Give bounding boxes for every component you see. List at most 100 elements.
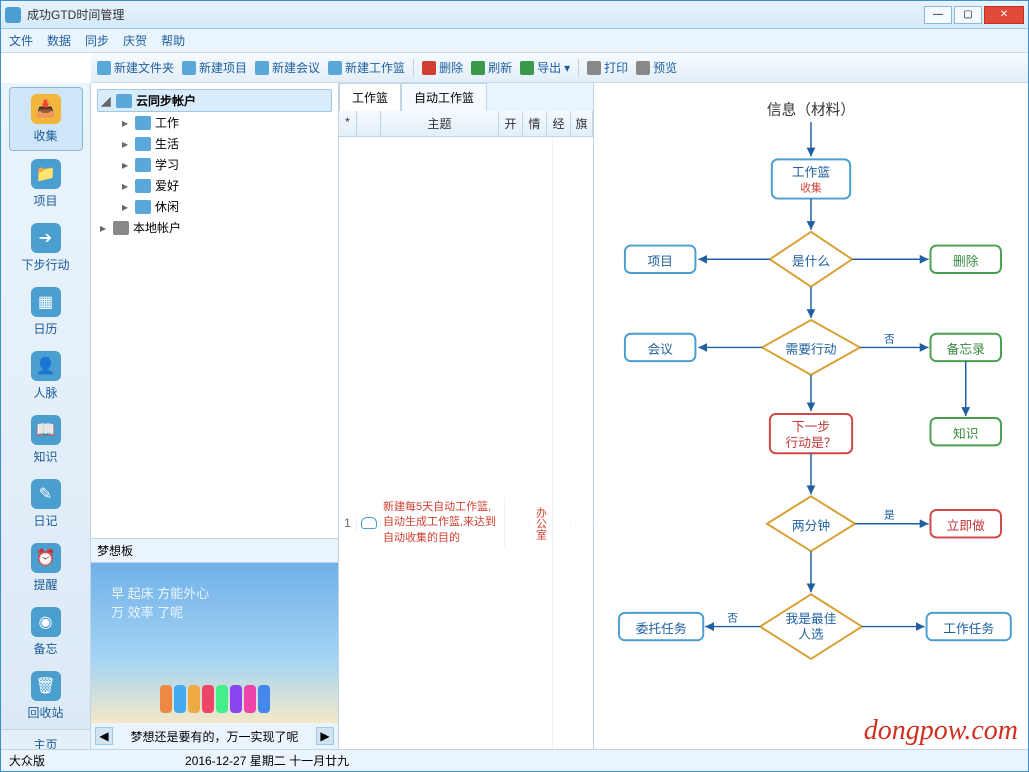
tab-basket[interactable]: 工作篮 [339,83,401,111]
sidebar-item-9[interactable]: 🗑回收站 [9,665,83,727]
menubar: 文件 数据 同步 庆贺 帮助 [1,29,1028,53]
toolbar: 新建文件夹 新建项目 新建会议 新建工作篮 删除 刷新 导出 ▾ 打印 预览 [91,53,1028,83]
sidebar-icon: 📥 [31,94,61,124]
sidebar-icon: ✎ [31,479,61,509]
sidebar-item-4[interactable]: 👤人脉 [9,345,83,407]
svg-text:两分钟: 两分钟 [792,518,830,533]
statusbar: 大众版 2016-12-27 星期二 十一月廿九 [1,749,1028,771]
new-project-button[interactable]: 新建项目 [182,59,247,76]
app-icon [5,7,21,23]
svg-text:委托任务: 委托任务 [636,621,687,636]
account-tree: ◢云同步帐户 ▸工作▸生活▸学习▸爱好▸休闲 ▸本地帐户 [91,83,338,538]
svg-text:项目: 项目 [647,254,672,269]
col-priority[interactable]: 经 [547,111,571,136]
sidebar-icon: ➔ [31,223,61,253]
svg-text:信息（材料）: 信息（材料） [767,101,855,118]
svg-text:否: 否 [727,613,738,625]
export-button[interactable]: 导出 ▾ [520,59,570,76]
col-star[interactable]: * [339,111,357,136]
folder-icon [97,61,111,75]
svg-text:立即做: 立即做 [947,518,985,533]
menu-help[interactable]: 帮助 [161,32,185,49]
col-context[interactable]: 情 [523,111,547,136]
close-button[interactable]: ✕ [984,6,1024,24]
sidebar-item-5[interactable]: 📖知识 [9,409,83,471]
menu-sync[interactable]: 同步 [85,32,109,49]
dream-next-button[interactable]: ▶ [316,727,334,745]
sidebar: 📥收集📁项目➔下步行动▦日历👤人脉📖知识✎日记⏰提醒◉备忘🗑回收站 主页 [1,83,91,749]
sidebar-item-0[interactable]: 📥收集 [9,87,83,151]
folder-icon [135,158,151,172]
tree-node[interactable]: ▸学习 [119,154,332,175]
sidebar-item-3[interactable]: ▦日历 [9,281,83,343]
delete-button[interactable]: 删除 [422,59,463,76]
cloud-icon [361,517,377,529]
svg-text:我是最佳: 我是最佳 [786,611,837,626]
sidebar-item-7[interactable]: ⏰提醒 [9,537,83,599]
folder-icon [135,200,151,214]
preview-button[interactable]: 预览 [636,59,677,76]
dream-caption: 梦想还是要有的，万一实现了呢 [117,728,312,745]
tree-root-cloud[interactable]: ◢云同步帐户 [97,89,332,112]
new-folder-button[interactable]: 新建文件夹 [97,59,174,76]
svg-text:下一步: 下一步 [792,419,830,434]
sidebar-icon: ▦ [31,287,61,317]
svg-text:会议: 会议 [647,342,673,357]
task-row[interactable]: 1新建每5天自动工作篮,自动生成工作篮,来达到自动收集的目的办公室 [339,137,593,749]
svg-text:是什么: 是什么 [792,254,830,269]
basket-icon [328,61,342,75]
svg-text:备忘录: 备忘录 [947,342,985,357]
folder-icon [135,179,151,193]
dream-image: 早 起床 方能外心万 效率 了呢 [91,563,338,723]
gtd-flowchart: 信息（材料） 工作篮 收集 是什么 项目 删除 需要行动 会议 否 备忘录 [594,83,1028,749]
task-table: * 主题 开 情 经 旗 1新建每5天自动工作篮,自动生成工作篮,来达到自动收集… [339,111,593,749]
svg-text:是: 是 [884,510,895,522]
maximize-button[interactable]: ▢ [954,6,982,24]
tab-auto-basket[interactable]: 自动工作篮 [401,83,487,111]
sidebar-item-1[interactable]: 📁项目 [9,153,83,215]
project-icon [182,61,196,75]
sidebar-item-8[interactable]: ◉备忘 [9,601,83,663]
svg-text:工作篮: 工作篮 [792,164,830,179]
new-meeting-button[interactable]: 新建会议 [255,59,320,76]
tree-node[interactable]: ▸爱好 [119,175,332,196]
print-button[interactable]: 打印 [587,59,628,76]
menu-celebrate[interactable]: 庆贺 [123,32,147,49]
sidebar-home[interactable]: 主页 [1,729,90,749]
sidebar-item-2[interactable]: ➔下步行动 [9,217,83,279]
meeting-icon [255,61,269,75]
new-basket-button[interactable]: 新建工作篮 [328,59,405,76]
menu-data[interactable]: 数据 [47,32,71,49]
col-start[interactable]: 开 [499,111,523,136]
folder-icon [135,116,151,130]
sidebar-icon: 📁 [31,159,61,189]
titlebar: 成功GTD时间管理 — ▢ ✕ [1,1,1028,29]
svg-text:行动是？: 行动是？ [786,435,837,450]
tree-root-local[interactable]: ▸本地帐户 [97,217,332,238]
tree-node[interactable]: ▸生活 [119,133,332,154]
sidebar-icon: 👤 [31,351,61,381]
svg-text:人选: 人选 [798,627,824,642]
sidebar-item-6[interactable]: ✎日记 [9,473,83,535]
col-subject[interactable]: 主题 [381,111,499,136]
svg-text:否: 否 [884,333,895,345]
svg-text:工作任务: 工作任务 [943,621,994,636]
dream-prev-button[interactable]: ◀ [95,727,113,745]
local-icon [113,221,129,235]
sidebar-icon: ⏰ [31,543,61,573]
date-label: 2016-12-27 星期二 十一月廿九 [185,752,349,769]
col-flag[interactable]: 旗 [571,111,593,136]
sidebar-icon: 🗑 [31,671,61,701]
refresh-button[interactable]: 刷新 [471,59,512,76]
sidebar-icon: 📖 [31,415,61,445]
svg-text:收集: 收集 [800,182,822,195]
menu-file[interactable]: 文件 [9,32,33,49]
cloud-icon [116,94,132,108]
tree-node[interactable]: ▸工作 [119,112,332,133]
delete-icon [422,61,436,75]
minimize-button[interactable]: — [924,6,952,24]
refresh-icon [471,61,485,75]
svg-text:删除: 删除 [953,254,979,269]
svg-text:知识: 知识 [953,426,978,441]
tree-node[interactable]: ▸休闲 [119,196,332,217]
